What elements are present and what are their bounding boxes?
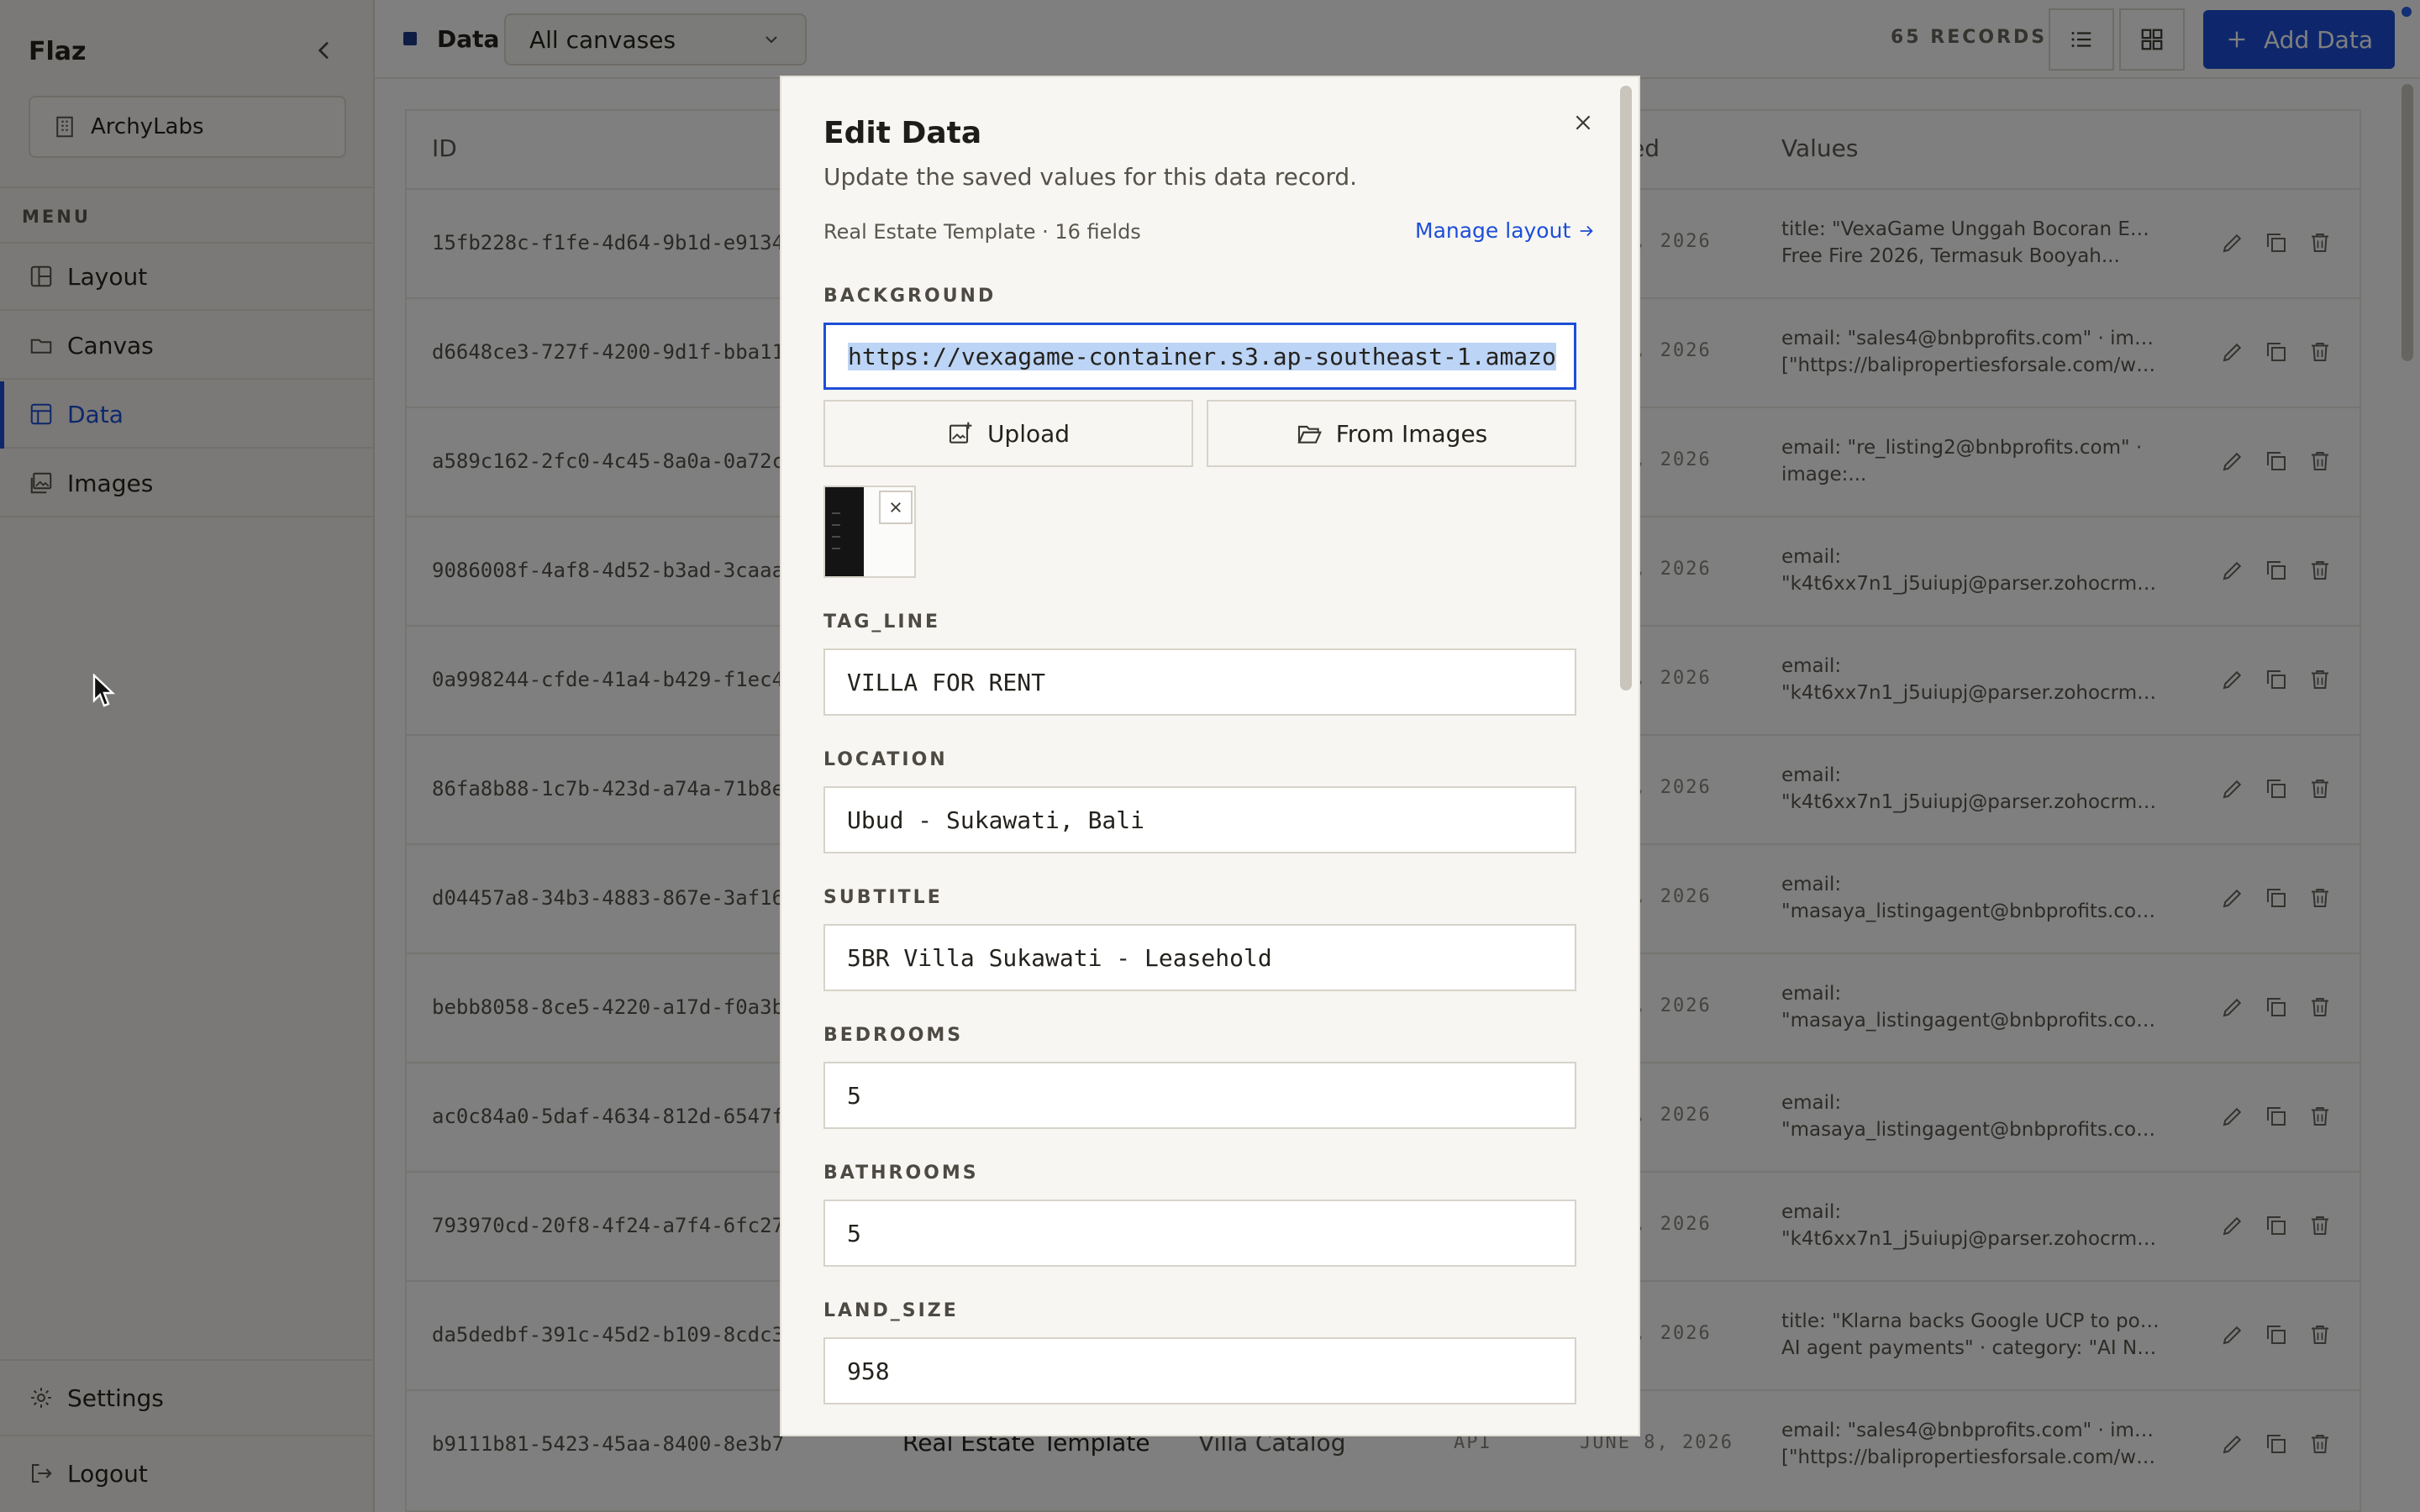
tag-line-input[interactable] [823,648,1576,716]
bedrooms-input[interactable] [823,1062,1576,1129]
upload-button[interactable]: Upload [823,400,1193,467]
subtitle-input[interactable] [823,924,1576,991]
template-meta: Real Estate Template · 16 fields [823,220,1141,244]
close-icon [891,502,901,512]
land-size-input[interactable] [823,1337,1576,1404]
from-images-label: From Images [1335,419,1488,448]
field-label-location: LOCATION [823,749,948,770]
upload-label: Upload [986,419,1071,448]
field-label-land-size: LAND_SIZE [823,1300,959,1321]
location-input[interactable] [823,786,1576,853]
field-label-bedrooms: BEDROOMS [823,1025,964,1046]
bathrooms-input[interactable] [823,1200,1576,1267]
image-upload-icon [949,422,972,444]
dialog-subtitle: Update the saved values for this data re… [823,163,1358,191]
field-label-subtitle: SUBTITLE [823,887,943,908]
field-label-tag-line: TAG_LINE [823,612,941,633]
dialog-scrollbar[interactable] [1620,86,1632,690]
manage-layout-link[interactable]: Manage layout [1415,218,1596,243]
field-label-background: BACKGROUND [823,286,997,307]
from-images-button[interactable]: From Images [1207,400,1576,467]
close-icon [1576,115,1591,130]
thumbnail-image [825,487,864,576]
background-url-input[interactable]: https://vexagame-container.s3.ap-southea… [823,323,1576,390]
background-url-value: https://vexagame-container.s3.ap-southea… [848,342,1556,370]
field-label-bathrooms: BATHROOMS [823,1163,979,1184]
background-thumbnail [823,486,916,578]
manage-layout-label: Manage layout [1415,218,1571,243]
edit-data-dialog: Edit Data Update the saved values for th… [780,76,1640,1436]
close-dialog-button[interactable] [1565,104,1602,141]
folder-open-icon [1297,425,1322,444]
remove-image-button[interactable] [879,491,913,524]
dialog-title: Edit Data [823,116,982,150]
arrow-right-icon [1580,225,1593,236]
mouse-cursor-icon [92,674,116,709]
